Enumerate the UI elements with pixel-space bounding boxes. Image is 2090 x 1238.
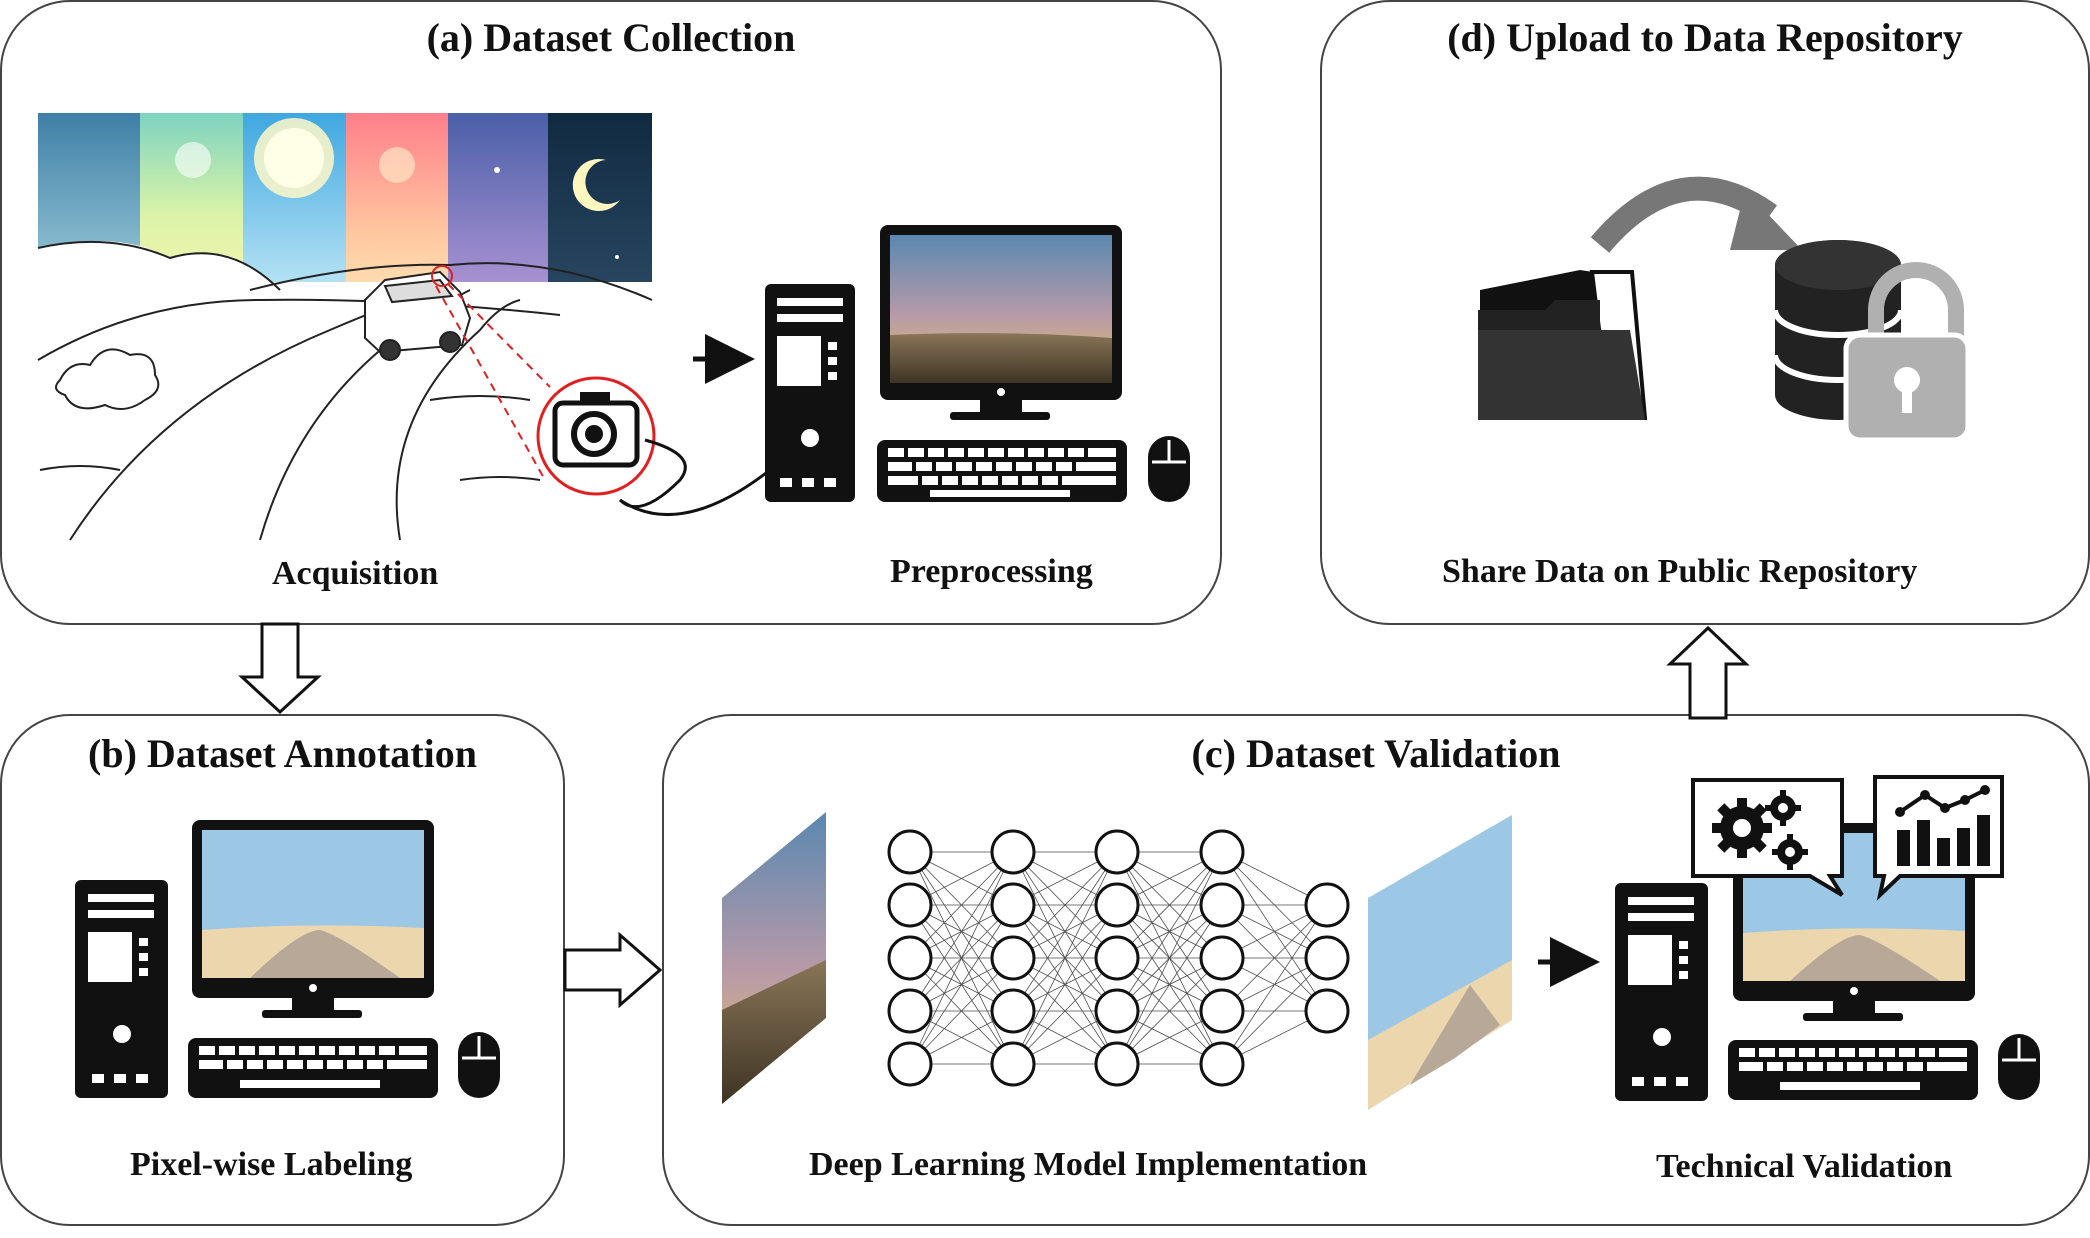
keyboard-icon [877,440,1127,502]
monitor-icon [880,225,1122,420]
arrow-right-block-icon [563,931,663,1009]
computer-technical-validation [1615,775,2040,1101]
output-label-image [1368,815,1512,1110]
computer-preprocessing [765,225,1190,502]
curved-arrow-icon [1590,176,1802,253]
arrow-down-icon [238,622,322,715]
mouse-icon [458,1032,500,1098]
folder-icon [1478,270,1648,420]
input-image [722,812,826,1104]
keyboard-icon [1728,1040,1978,1100]
car-sketch [364,270,472,361]
tower-icon [75,880,168,1098]
chart-callout-icon [1873,775,2004,901]
arrow-up-icon [1666,625,1750,720]
diagram-artwork [37,113,2040,1110]
gears-callout-icon [1691,778,1844,897]
keyboard-icon [188,1038,438,1098]
tower-icon [765,284,855,502]
computer-labeling [75,820,500,1098]
tower-icon [1615,883,1708,1101]
neural-network-icon [887,829,1350,1087]
mouse-icon [1148,436,1190,502]
camera-icon [552,392,640,468]
mouse-icon [1998,1034,2040,1100]
monitor-icon [192,820,434,1018]
